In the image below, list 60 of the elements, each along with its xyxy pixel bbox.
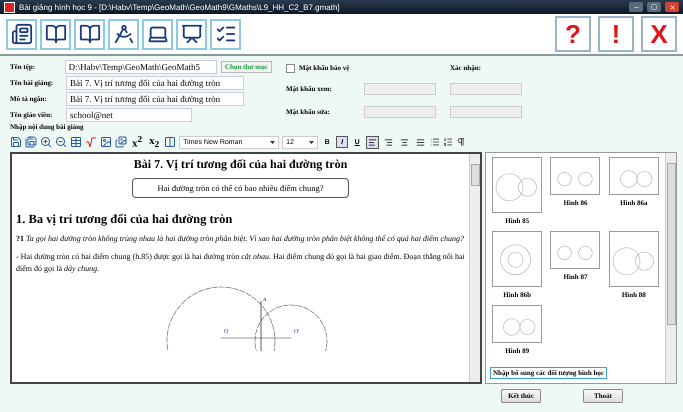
compass-button[interactable] [108,18,139,50]
file-path-field[interactable]: D:\Habv\Temp\GeoMath\GeoMath5 [64,60,217,74]
superscript-button[interactable]: x$^{2}$ [130,134,144,150]
align-justify-icon [416,138,426,146]
columns-icon[interactable] [164,136,176,148]
numbered-list-icon[interactable] [443,137,454,147]
checkbox[interactable] [286,64,295,73]
image-icon[interactable] [100,136,112,148]
pilcrow-icon[interactable] [456,137,466,147]
align-center-icon [400,138,410,146]
images-icon[interactable] [115,136,127,148]
save-icon[interactable] [10,136,22,148]
toolbar-action-button[interactable]: ! [598,16,634,52]
scrollbar[interactable] [665,153,676,383]
circles-thumbnail-drawing[interactable] [492,231,542,287]
compass-icon [112,23,134,45]
text-field[interactable]: school@net [66,108,192,122]
question-box: Hai đường tròn có thể có bao nhiêu điểm chung? [132,178,349,198]
zoom-out-icon[interactable] [55,136,67,148]
paragraph: - Hai đường tròn có hai điểm chung (h.85) được gọi là hai đường tròn cắt nhau. Hai điểm chung đó gọi là hai giao điểm. Đoạn thẳng nối hai điểm đó gọi là dây chung. [16,251,465,275]
caret-icon [270,140,276,144]
contents-icon [10,23,32,45]
checklist-button[interactable] [210,18,241,50]
open-book-button[interactable] [40,18,71,50]
contents-button[interactable] [6,18,37,50]
circles-thumbnail-drawing[interactable] [492,305,542,343]
open-book-button[interactable] [74,18,105,50]
text-field[interactable]: Bài 7. Vị trí tương đối của hai đường tròn [66,92,244,106]
table-icon[interactable] [70,136,82,148]
window-title: Bài giảng hình học 9 - [D:\Habv\Temp\GeoMath\GeoMath9\GMaths\L9_HH_C2_B7.gmath] [19,2,341,12]
circles-thumbnail-drawing[interactable] [492,157,542,213]
toolbar-action-button[interactable]: ? [555,16,591,52]
document-editor[interactable] [10,152,482,384]
circles-thumbnail-drawing[interactable] [550,157,600,195]
open-book-icon [44,23,66,45]
align-left-button[interactable] [366,136,380,148]
minimize-icon[interactable] [629,2,643,12]
caret-icon [309,140,314,144]
toolbar-action-button[interactable]: X [641,16,677,52]
save-all-icon[interactable] [25,136,37,148]
subscript-button[interactable]: x$_{2}$ [147,134,162,150]
section-heading: 1. Ba vị trí tương đối của hai đường tròn [16,212,234,227]
square-root-icon[interactable] [85,136,97,148]
laptop-button[interactable] [142,18,173,50]
close-icon[interactable] [665,2,679,12]
align-right-icon [384,138,394,146]
circles-thumbnail-drawing[interactable] [550,231,600,269]
text-field[interactable]: Bài 7. Vị trí tương đối của hai đường tròn [66,76,244,90]
align-left-icon [368,138,378,146]
presentation-board-button[interactable] [176,18,207,50]
bullet-list-icon[interactable] [430,137,440,147]
presentation-board-icon [180,23,202,45]
zoom-in-icon[interactable] [40,136,52,148]
document-title: Bài 7. Vị trí tương đối của hai đường tròn [132,157,348,172]
maximize-icon[interactable] [647,2,661,12]
question-text: ?1 Ta gọi hai đường tròn không trùng nhau là hai đường tròn phân biệt. Vì sao hai đường tròn phân biệt không thể có quá hai điểm chung? [16,233,465,245]
circles-thumbnail-drawing[interactable] [608,231,659,287]
scrollbar[interactable] [469,154,480,382]
circles-thumbnail-drawing[interactable] [608,157,659,195]
open-book-icon [78,23,100,45]
